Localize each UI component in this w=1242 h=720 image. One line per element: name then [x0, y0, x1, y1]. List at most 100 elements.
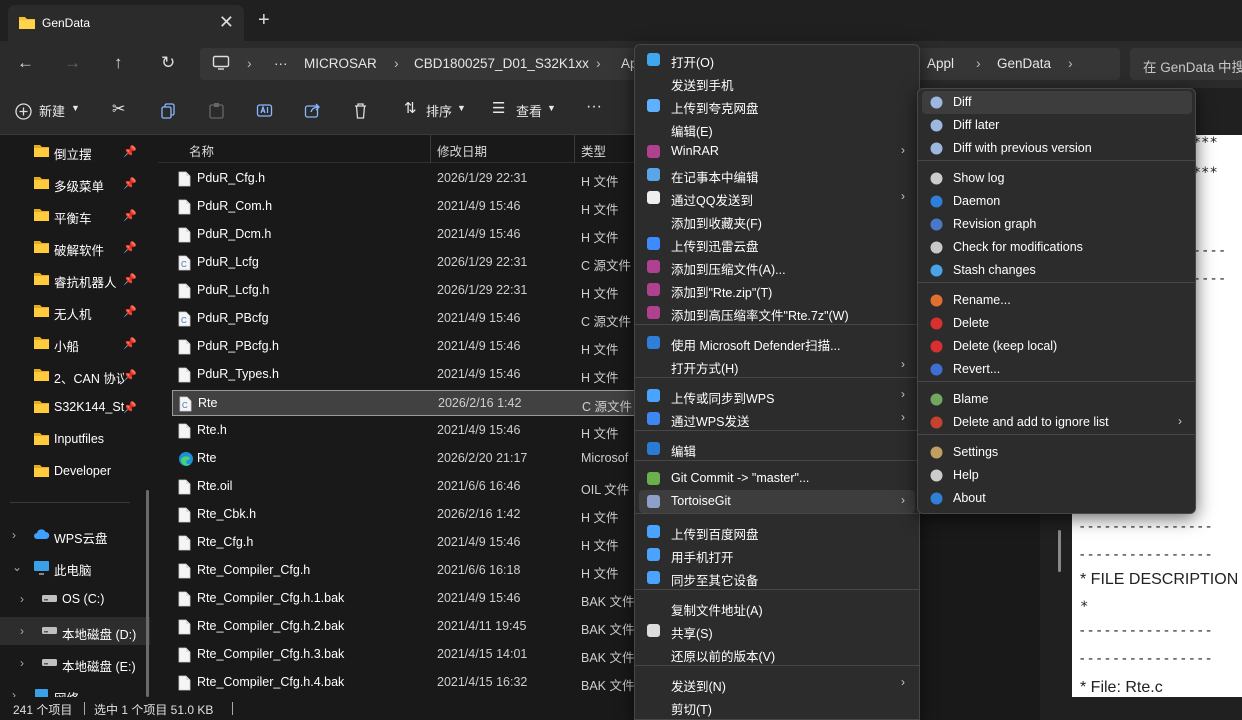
context-menu-item[interactable]: 通过WPS发送 › — [639, 407, 915, 430]
expand-chevron-icon[interactable]: › — [20, 624, 24, 638]
breadcrumb-microsar[interactable]: MICROSAR — [304, 56, 377, 71]
forward-icon[interactable]: → — [64, 53, 81, 73]
sidebar-scrollbar[interactable] — [146, 490, 149, 697]
delete-icon[interactable] — [352, 102, 369, 119]
tree-item[interactable]: › 本地磁盘 (E:) — [0, 649, 150, 677]
file-row[interactable]: Rte_Compiler_Cfg.h 2021/6/6 16:18 H 文件 — [172, 558, 638, 584]
file-row[interactable]: Rte_Compiler_Cfg.h.4.bak 2021/4/15 16:32 B… — [172, 670, 638, 696]
search-input[interactable]: 在 GenData 中搜索 — [1130, 48, 1242, 80]
tortoisegit-menu-item[interactable]: Diff later — [922, 114, 1192, 137]
file-row[interactable]: Rte_Compiler_Cfg.h.2.bak 2021/4/11 19:45 B… — [172, 614, 638, 640]
rename-icon[interactable] — [256, 102, 273, 119]
tree-item[interactable]: › 网络 — [0, 681, 150, 697]
file-row[interactable]: Rte 2026/2/20 21:17 Microsof — [172, 446, 638, 472]
context-menu-item[interactable]: 添加到收藏夹(F) — [639, 209, 915, 232]
expand-chevron-icon[interactable]: › — [12, 528, 16, 542]
file-row[interactable]: Rte_Compiler_Cfg.h.3.bak 2021/4/15 14:01 B… — [172, 642, 638, 668]
tortoisegit-menu-item[interactable]: Blame — [922, 388, 1192, 411]
file-row[interactable]: PduR_Lcfg.h 2026/1/29 22:31 H 文件 — [172, 278, 638, 304]
context-menu-item[interactable]: 添加到压缩文件(A)... — [639, 255, 915, 278]
column-name[interactable]: 名称 — [189, 141, 214, 160]
tortoisegit-menu-item[interactable]: Stash changes — [922, 259, 1192, 282]
sidebar-item[interactable]: 破解软件 📌 — [0, 233, 150, 261]
tree-item[interactable]: › OS (C:) — [0, 585, 150, 613]
breadcrumb-appl[interactable]: Appl — [927, 56, 954, 71]
sidebar-item[interactable]: 2、CAN 协议 📌 — [0, 361, 150, 389]
breadcrumb-cbd[interactable]: CBD1800257_D01_S32K1xx — [414, 56, 589, 71]
sidebar-item[interactable]: Developer — [0, 457, 150, 485]
tortoisegit-menu-item[interactable]: Diff — [922, 91, 1192, 114]
context-menu-item[interactable]: 上传到百度网盘 — [639, 520, 915, 543]
context-menu-item[interactable]: 共享(S) — [639, 619, 915, 642]
tortoisegit-menu-item[interactable]: Help — [922, 464, 1192, 487]
file-row[interactable]: PduR_Types.h 2021/4/9 15:46 H 文件 — [172, 362, 638, 388]
tortoisegit-menu-item[interactable]: Settings — [922, 441, 1192, 464]
breadcrumb-more[interactable]: ··· — [274, 56, 288, 71]
sidebar-item[interactable]: S32K144_St 📌 — [0, 393, 150, 421]
file-row[interactable]: Rte_Cbk.h 2026/2/16 1:42 H 文件 — [172, 502, 638, 528]
column-date[interactable]: 修改日期 — [437, 141, 487, 160]
context-menu-item[interactable]: 添加到"Rte.zip"(T) — [639, 278, 915, 301]
tortoisegit-menu-item[interactable]: Diff with previous version — [922, 137, 1192, 160]
context-menu-item[interactable]: 复制文件地址(A) — [639, 596, 915, 619]
context-menu-item[interactable]: 发送到手机 — [639, 71, 915, 94]
file-row[interactable]: C PduR_PBcfg 2021/4/9 15:46 C 源文件 — [172, 306, 638, 332]
up-icon[interactable]: ↑ — [114, 53, 123, 73]
expand-chevron-icon[interactable]: › — [20, 656, 24, 670]
file-row[interactable]: C PduR_Lcfg 2026/1/29 22:31 C 源文件 — [172, 250, 638, 276]
context-menu-item[interactable]: 打开(O) — [639, 48, 915, 71]
context-menu-item[interactable]: 在记事本中编辑 — [639, 163, 915, 186]
context-menu-item[interactable]: 添加到高压缩率文件"Rte.7z"(W) — [639, 301, 915, 324]
sidebar-item[interactable]: 睿抗机器人 📌 — [0, 265, 150, 293]
expand-chevron-icon[interactable]: › — [12, 688, 16, 697]
tree-item[interactable]: › 本地磁盘 (D:) — [0, 617, 150, 645]
file-row[interactable]: Rte_Compiler_Cfg.h.1.bak 2021/4/9 15:46 BA… — [172, 586, 638, 612]
column-type[interactable]: 类型 — [581, 141, 606, 160]
context-menu-item[interactable]: 上传或同步到WPS › — [639, 384, 915, 407]
tortoisegit-menu-item[interactable]: Delete — [922, 312, 1192, 335]
new-button[interactable]: 新建 — [39, 101, 65, 120]
tortoisegit-menu-item[interactable]: Rename... — [922, 289, 1192, 312]
context-menu-item[interactable]: 编辑 — [639, 437, 915, 460]
expand-chevron-icon[interactable]: ⌄ — [12, 560, 22, 574]
context-menu-item[interactable]: 用手机打开 — [639, 543, 915, 566]
file-row[interactable]: PduR_PBcfg.h 2021/4/9 15:46 H 文件 — [172, 334, 638, 360]
new-tab-button[interactable]: + — [258, 9, 270, 32]
expand-chevron-icon[interactable]: › — [20, 592, 24, 606]
context-menu-item[interactable]: 剪切(T) — [639, 695, 915, 718]
file-row[interactable]: Rte.oil 2021/6/6 16:46 OIL 文件 — [172, 474, 638, 500]
cut-icon[interactable]: ✂ — [112, 99, 125, 119]
tree-item[interactable]: ⌄ 此电脑 — [0, 553, 150, 581]
tortoisegit-menu-item[interactable]: Revert... — [922, 358, 1192, 381]
copy-icon[interactable] — [160, 102, 177, 119]
tortoisegit-menu-item[interactable]: Check for modifications — [922, 236, 1192, 259]
preview-scrollbar[interactable] — [1058, 530, 1061, 572]
tortoisegit-menu-item[interactable]: Delete and add to ignore list › — [922, 411, 1192, 434]
context-menu-item[interactable]: Git Commit -> "master"... — [639, 467, 915, 490]
file-row[interactable]: PduR_Dcm.h 2021/4/9 15:46 H 文件 — [172, 222, 638, 248]
paste-icon[interactable] — [208, 102, 225, 119]
tortoisegit-menu-item[interactable]: About — [922, 487, 1192, 510]
context-menu-item[interactable]: TortoiseGit › — [639, 490, 915, 513]
column-divider[interactable] — [430, 135, 431, 163]
sidebar-item[interactable]: 多级菜单 📌 — [0, 169, 150, 197]
back-icon[interactable]: ← — [17, 53, 34, 73]
breadcrumb-gendata[interactable]: GenData — [997, 56, 1051, 71]
context-menu-item[interactable]: WinRAR › — [639, 140, 915, 163]
tortoisegit-menu-item[interactable]: Delete (keep local) — [922, 335, 1192, 358]
sidebar-item[interactable]: 倒立摆 📌 — [0, 137, 150, 165]
sidebar-item[interactable]: Inputfiles — [0, 425, 150, 453]
view-button[interactable]: 查看 — [516, 101, 542, 120]
sidebar-item[interactable]: 平衡车 📌 — [0, 201, 150, 229]
context-menu-item[interactable]: 打开方式(H) › — [639, 354, 915, 377]
sort-button[interactable]: 排序 — [426, 101, 452, 120]
context-menu-item[interactable]: 还原以前的版本(V) — [639, 642, 915, 665]
tree-item[interactable]: › WPS云盘 — [0, 521, 150, 549]
file-row[interactable]: Rte.h 2021/4/9 15:46 H 文件 — [172, 418, 638, 444]
context-menu-item[interactable]: 同步至其它设备 — [639, 566, 915, 589]
sidebar-item[interactable]: 小船 📌 — [0, 329, 150, 357]
context-menu-item[interactable]: 使用 Microsoft Defender扫描... — [639, 331, 915, 354]
tab-gendata[interactable]: GenData ✕ — [8, 5, 244, 41]
close-tab-button[interactable]: ✕ — [219, 12, 234, 33]
more-options-button[interactable]: ··· — [586, 98, 602, 116]
